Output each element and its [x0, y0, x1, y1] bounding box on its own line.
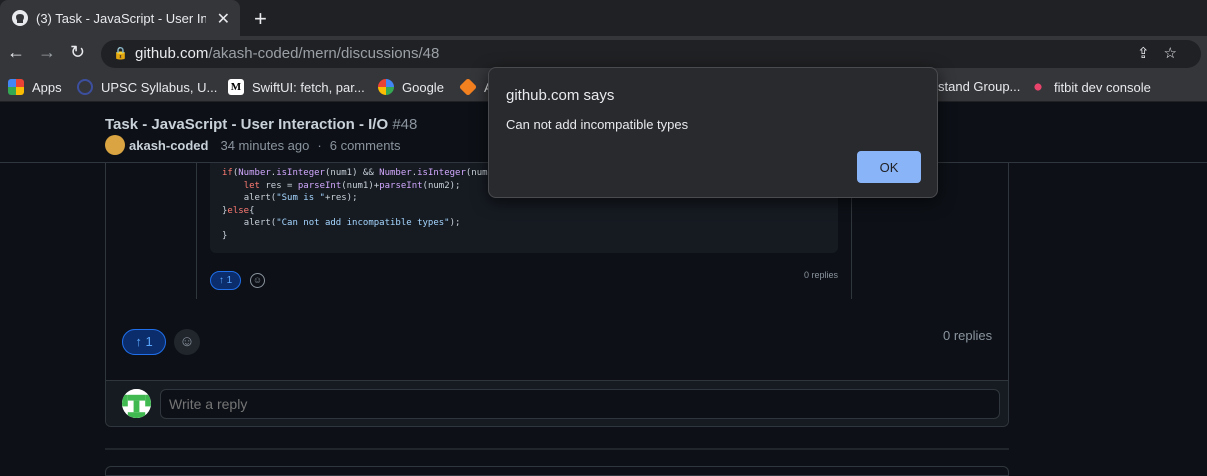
dialog-message: Can not add incompatible types — [506, 117, 689, 132]
google-icon — [378, 79, 394, 95]
discussion-title: Task - JavaScript - User Interaction - I… — [105, 116, 418, 133]
discussion-time: 34 minutes ago — [220, 137, 310, 153]
smiley-icon: ☺ — [179, 333, 195, 350]
identicon-icon — [122, 389, 151, 418]
author-avatar[interactable] — [105, 135, 125, 155]
tab-title: (3) Task - JavaScript - User Interaction… — [36, 10, 206, 26]
share-bookmark-icons[interactable]: ⇪☆ — [1137, 44, 1191, 62]
comment-reaction-button[interactable]: ☺ — [174, 329, 200, 355]
bookmark-fitbit[interactable]: fitbit dev console — [1030, 79, 1151, 95]
close-tab-icon[interactable]: ✕ — [217, 9, 230, 29]
nested-reaction-button[interactable]: ☺ — [250, 273, 265, 288]
github-icon — [12, 10, 28, 26]
upsc-icon — [77, 79, 93, 95]
new-tab-icon[interactable]: + — [254, 6, 267, 32]
bookmark-upsc[interactable]: UPSC Syllabus, U... — [77, 79, 217, 95]
package-icon — [458, 77, 478, 97]
discussion-meta: akash-coded 34 minutes ago · 6 comments — [105, 135, 401, 155]
reload-icon[interactable]: ↻ — [70, 42, 85, 63]
arrow-up-icon: ↑ — [135, 334, 142, 349]
url-text: github.com/akash-coded/mern/discussions/… — [135, 45, 440, 62]
dialog-title: github.com says — [506, 87, 615, 104]
apps-grid-icon — [8, 79, 24, 95]
thread-line — [196, 163, 197, 299]
back-icon[interactable]: ← — [7, 42, 25, 63]
section-divider — [105, 448, 1009, 450]
next-comment-card — [105, 466, 1009, 476]
lock-icon: 🔒 — [113, 46, 128, 60]
nested-replies-count: 0 replies — [804, 270, 839, 280]
comment-replies-count: 0 replies — [943, 328, 993, 343]
ok-button[interactable]: OK — [857, 151, 921, 183]
smiley-icon: ☺ — [252, 275, 263, 285]
comment-upvote-button[interactable]: ↑ 1 — [122, 329, 166, 355]
browser-tab[interactable]: (3) Task - JavaScript - User Interaction… — [0, 0, 240, 36]
browser-tab-strip: (3) Task - JavaScript - User Interaction… — [0, 0, 1207, 36]
reply-input[interactable] — [160, 389, 1000, 419]
user-avatar[interactable] — [122, 389, 151, 418]
comment-count: 6 comments — [329, 137, 401, 153]
bookmark-apps[interactable]: Apps — [8, 79, 62, 95]
author-link[interactable]: akash-coded — [129, 138, 208, 153]
address-bar[interactable]: 🔒 github.com/akash-coded/mern/discussion… — [101, 40, 1201, 68]
fitbit-icon — [1030, 79, 1046, 95]
alert-dialog: github.com says Can not add incompatible… — [488, 67, 938, 198]
forward-icon[interactable]: → — [38, 42, 56, 63]
arrow-up-icon: ↑ — [218, 275, 224, 286]
medium-icon: M — [228, 79, 244, 95]
nested-upvote-button[interactable]: ↑ 1 — [210, 271, 241, 290]
bookmark-group[interactable]: stand Group... — [938, 79, 1020, 94]
bookmark-google[interactable]: Google — [378, 79, 444, 95]
bookmark-swiftui[interactable]: M SwiftUI: fetch, par... — [228, 79, 365, 95]
